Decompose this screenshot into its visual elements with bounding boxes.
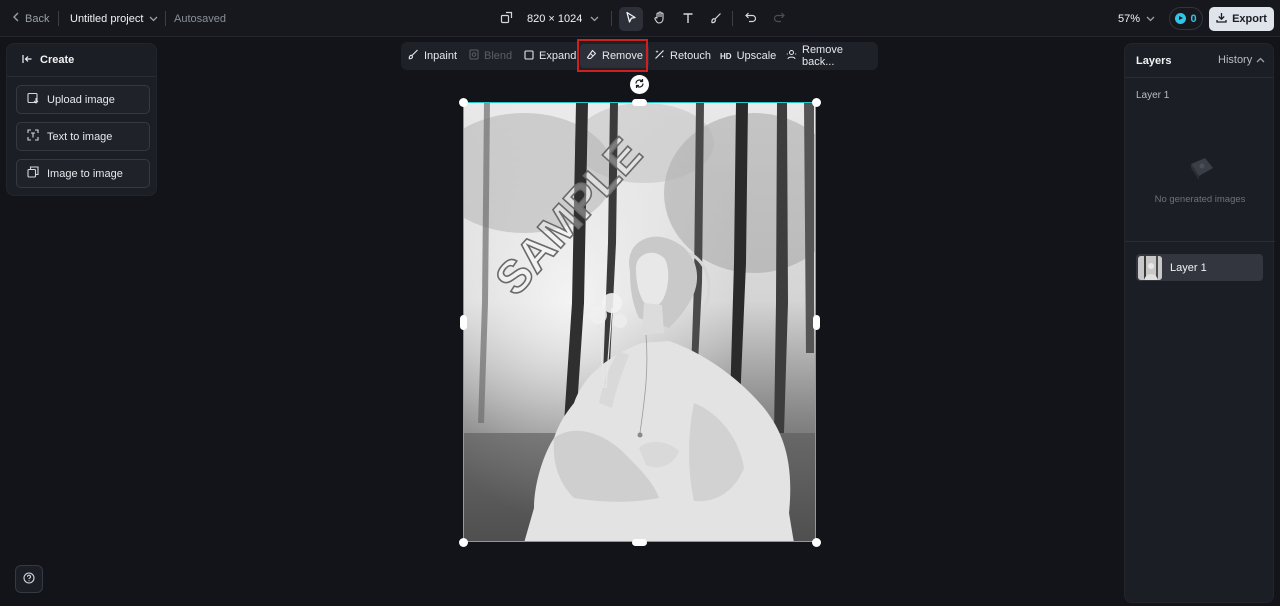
text-to-image-label: Text to image [47, 130, 113, 143]
retouch-button[interactable]: Retouch [654, 42, 711, 70]
collapse-left-icon [22, 54, 33, 67]
expand-icon [524, 49, 534, 63]
layer-row[interactable]: Layer 1 [1136, 254, 1263, 281]
project-name: Untitled project [70, 12, 144, 25]
blend-label: Blend [484, 50, 513, 62]
export-label: Export [1232, 13, 1267, 25]
upscale-label: Upscale [736, 50, 777, 62]
create-title: Create [40, 54, 75, 66]
upload-image-label: Upload image [47, 93, 115, 106]
upload-image-button[interactable]: Upload image [16, 85, 150, 114]
blend-icon [469, 49, 479, 63]
expand-label: Expand [539, 50, 577, 62]
text-to-image-button[interactable]: Text to image [16, 122, 150, 151]
top-bar: Back Untitled project Autosaved 820 × 10… [0, 0, 1280, 37]
redo-button[interactable] [767, 7, 791, 31]
text-tool-button[interactable] [676, 7, 700, 31]
edit-toolbar: Inpaint Blend Expand Remove Retouch HD U… [401, 42, 878, 70]
hand-tool-button[interactable] [647, 7, 671, 31]
hand-icon [653, 11, 666, 27]
undo-button[interactable] [739, 7, 763, 31]
back-button[interactable]: Back [12, 0, 49, 37]
help-button[interactable] [15, 565, 43, 593]
resize-handle-right[interactable] [813, 315, 820, 330]
undo-icon [745, 12, 757, 26]
rotate-icon [634, 78, 645, 92]
divider [58, 11, 59, 26]
canvas-photo: SAMPLE [464, 103, 815, 541]
divider [1125, 241, 1275, 242]
select-tool-button[interactable] [619, 7, 643, 31]
divider [611, 11, 612, 26]
text-icon [682, 12, 694, 27]
history-section-label: Layer 1 [1136, 90, 1170, 101]
inpaint-label: Inpaint [424, 50, 458, 62]
resize-handle-top-right[interactable] [812, 98, 821, 107]
history-label: History [1218, 54, 1253, 66]
chevron-down-icon [1146, 13, 1155, 25]
chevron-up-icon [1256, 54, 1265, 66]
empty-images-text: No generated images [1154, 194, 1246, 205]
canvas-size-dropdown[interactable]: 820 × 1024 [500, 0, 599, 37]
resize-handle-bottom[interactable] [632, 539, 647, 546]
retouch-icon [654, 49, 665, 63]
create-panel: Create Upload image Text to image Image … [6, 43, 157, 196]
upload-image-icon [27, 92, 39, 107]
hd-icon: HD [720, 51, 732, 61]
remove-button[interactable]: Remove [580, 44, 649, 68]
resize-icon [500, 11, 513, 27]
retouch-label: Retouch [670, 50, 711, 62]
zoom-dropdown[interactable]: 57% [1118, 0, 1155, 37]
remove-background-button[interactable]: Remove back... [786, 42, 878, 70]
zoom-level: 57% [1118, 12, 1141, 25]
resize-handle-left[interactable] [460, 315, 467, 330]
divider [165, 11, 166, 26]
redo-icon [773, 12, 785, 26]
remove-background-label: Remove back... [802, 44, 843, 68]
expand-button[interactable]: Expand [524, 42, 576, 70]
image-to-image-label: Image to image [47, 167, 123, 180]
canvas-size: 820 × 1024 [527, 12, 583, 25]
remove-label: Remove [602, 50, 643, 62]
chevron-left-icon [12, 12, 20, 25]
resize-handle-bottom-left[interactable] [459, 538, 468, 547]
download-icon [1216, 12, 1227, 26]
help-icon [23, 571, 35, 587]
layers-title[interactable]: Layers [1136, 55, 1171, 67]
chevron-down-icon [590, 13, 599, 25]
credit-icon [1175, 13, 1187, 24]
resize-handle-top-left[interactable] [459, 98, 468, 107]
layer-name: Layer 1 [1170, 261, 1207, 274]
canvas-image-frame[interactable]: SAMPLE [463, 102, 816, 542]
layers-panel-header: Layers History [1125, 44, 1273, 78]
image-to-image-icon [27, 166, 39, 181]
brush-icon [710, 12, 722, 27]
brush-tool-button[interactable] [704, 7, 728, 31]
back-label: Back [25, 12, 50, 25]
upscale-button[interactable]: HD Upscale [720, 42, 776, 70]
layers-panel: Layers History Layer 1 No generated imag… [1124, 43, 1275, 603]
layer-thumbnail [1138, 255, 1162, 280]
inpaint-button[interactable]: Inpaint [408, 42, 457, 70]
create-panel-header[interactable]: Create [7, 44, 156, 77]
remove-background-icon [786, 49, 797, 63]
text-to-image-icon [27, 129, 39, 144]
credits-button[interactable]: 0 [1169, 7, 1203, 30]
credits-count: 0 [1190, 12, 1197, 25]
inpaint-icon [408, 49, 419, 63]
image-to-image-button[interactable]: Image to image [16, 159, 150, 188]
history-toggle[interactable]: History [1218, 54, 1265, 66]
empty-images-icon [1185, 154, 1217, 185]
resize-handle-top[interactable] [632, 99, 647, 106]
blend-button[interactable]: Blend [469, 42, 512, 70]
project-name-dropdown[interactable]: Untitled project [70, 0, 158, 37]
export-button[interactable]: Export [1209, 7, 1274, 31]
cursor-arrow-icon [625, 11, 637, 27]
autosave-status: Autosaved [174, 12, 226, 25]
resize-handle-bottom-right[interactable] [812, 538, 821, 547]
divider [732, 11, 733, 26]
chevron-down-icon [149, 13, 158, 25]
eraser-icon [586, 49, 597, 63]
rotate-handle[interactable] [630, 75, 649, 94]
